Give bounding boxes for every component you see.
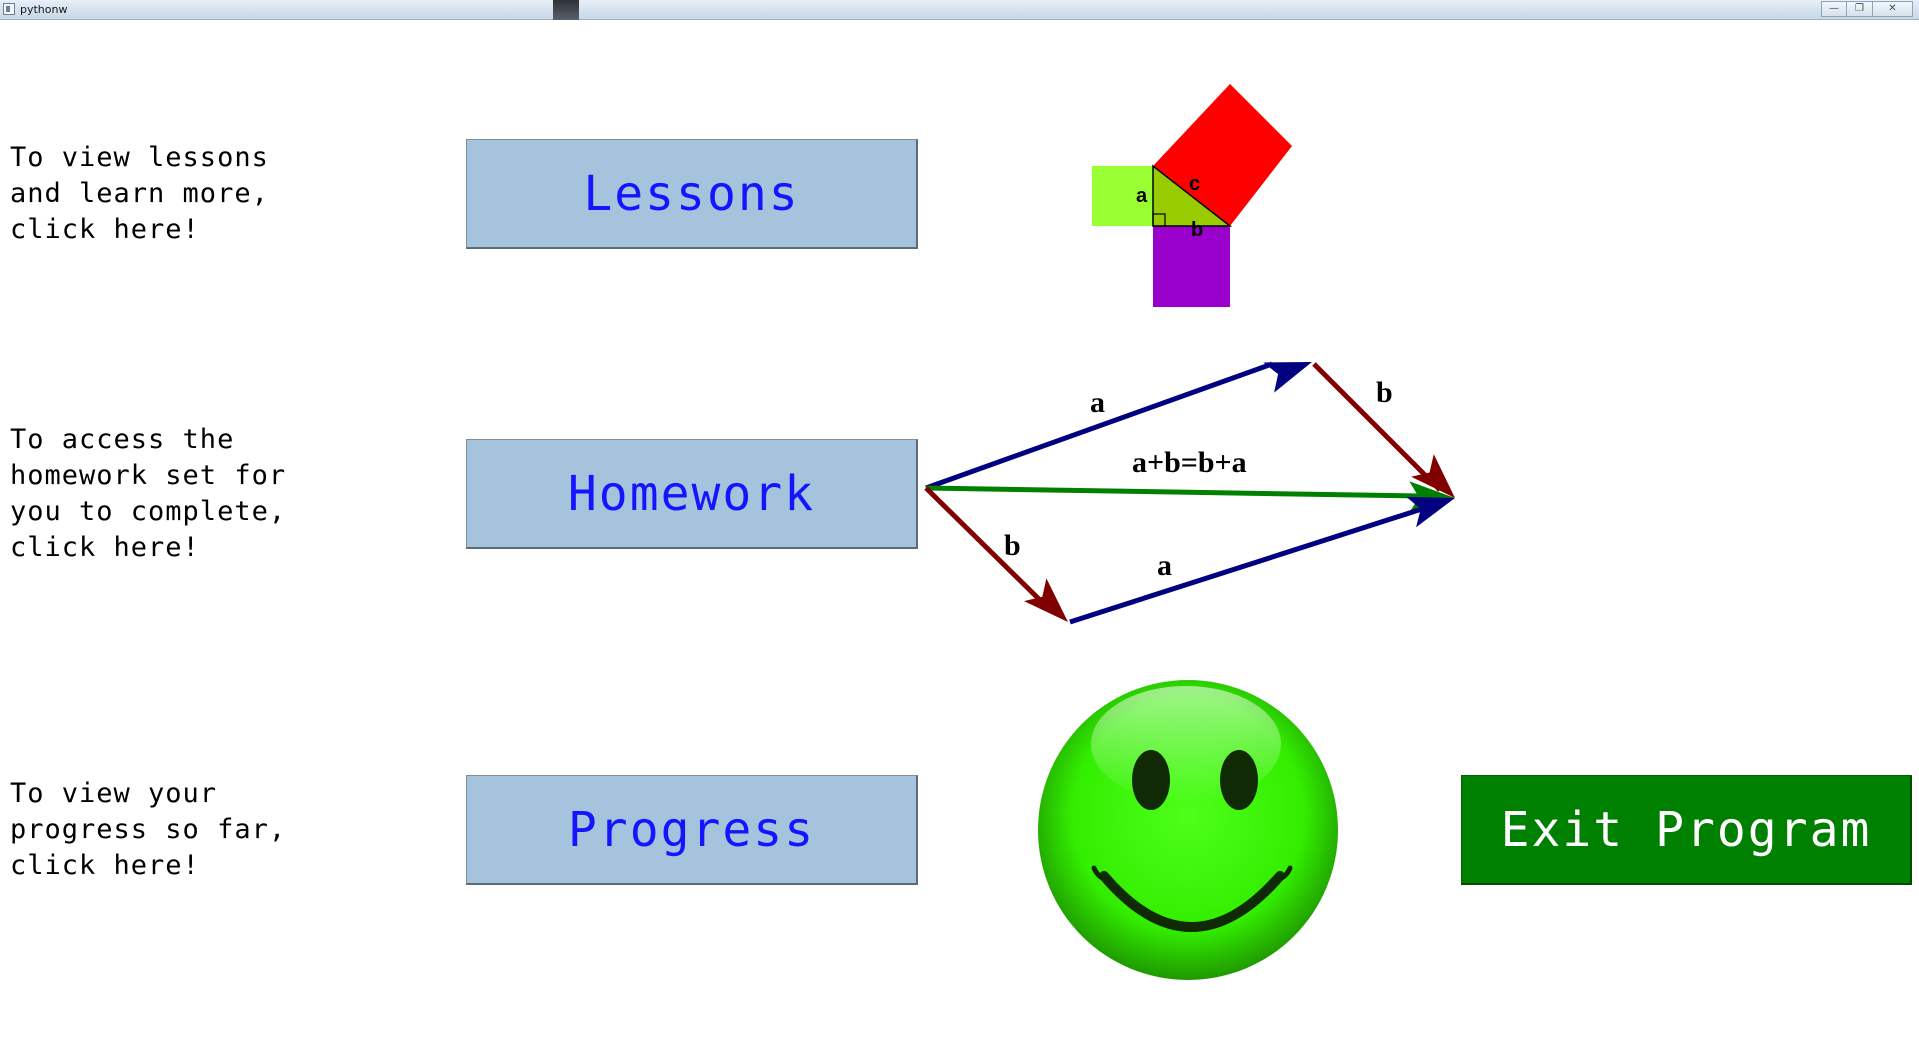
vector-bottom-a (1069, 505, 1426, 625)
window-titlebar: pythonw — ❐ ✕ (0, 0, 1919, 20)
close-icon[interactable]: ✕ (1873, 1, 1913, 17)
progress-button[interactable]: Progress (466, 775, 918, 885)
pythagoras-diagram: a b c (1092, 84, 1292, 307)
vector-label-bottom-b: b (1004, 529, 1021, 562)
lessons-description: To view lessons and learn more, click he… (10, 142, 269, 245)
window-controls: — ❐ ✕ (1821, 1, 1913, 17)
vector-label-top-a: a (1090, 386, 1105, 419)
titlebar-dark-region (553, 0, 579, 20)
vector-sum (925, 485, 1421, 499)
restore-icon[interactable]: ❐ (1847, 1, 1873, 17)
pythagoras-label-c: c (1189, 173, 1200, 195)
lessons-button[interactable]: Lessons (466, 139, 918, 249)
pythagoras-label-a: a (1136, 185, 1148, 207)
vector-label-sum: a+b=b+a (1132, 446, 1247, 479)
window-title: pythonw (20, 3, 68, 16)
vector-addition-diagram: a b a+b=b+a b a (924, 361, 1455, 625)
progress-description: To view your progress so far, click here… (10, 778, 287, 881)
minimize-icon[interactable]: — (1821, 1, 1847, 17)
pythagoras-label-b: b (1191, 219, 1203, 241)
app-icon (3, 3, 15, 15)
vector-label-top-b: b (1376, 376, 1393, 409)
smiley-right-eye (1220, 750, 1258, 810)
vector-bottom-b (924, 486, 1052, 612)
homework-button[interactable]: Homework (466, 439, 918, 549)
arrowhead-top-a (1263, 362, 1312, 393)
vector-label-bottom-a: a (1157, 549, 1172, 582)
exit-program-button[interactable]: Exit Program (1461, 775, 1912, 885)
smiley-face-icon (1038, 680, 1338, 980)
homework-description: To access the homework set for you to co… (10, 424, 287, 563)
smiley-left-eye (1132, 750, 1170, 810)
